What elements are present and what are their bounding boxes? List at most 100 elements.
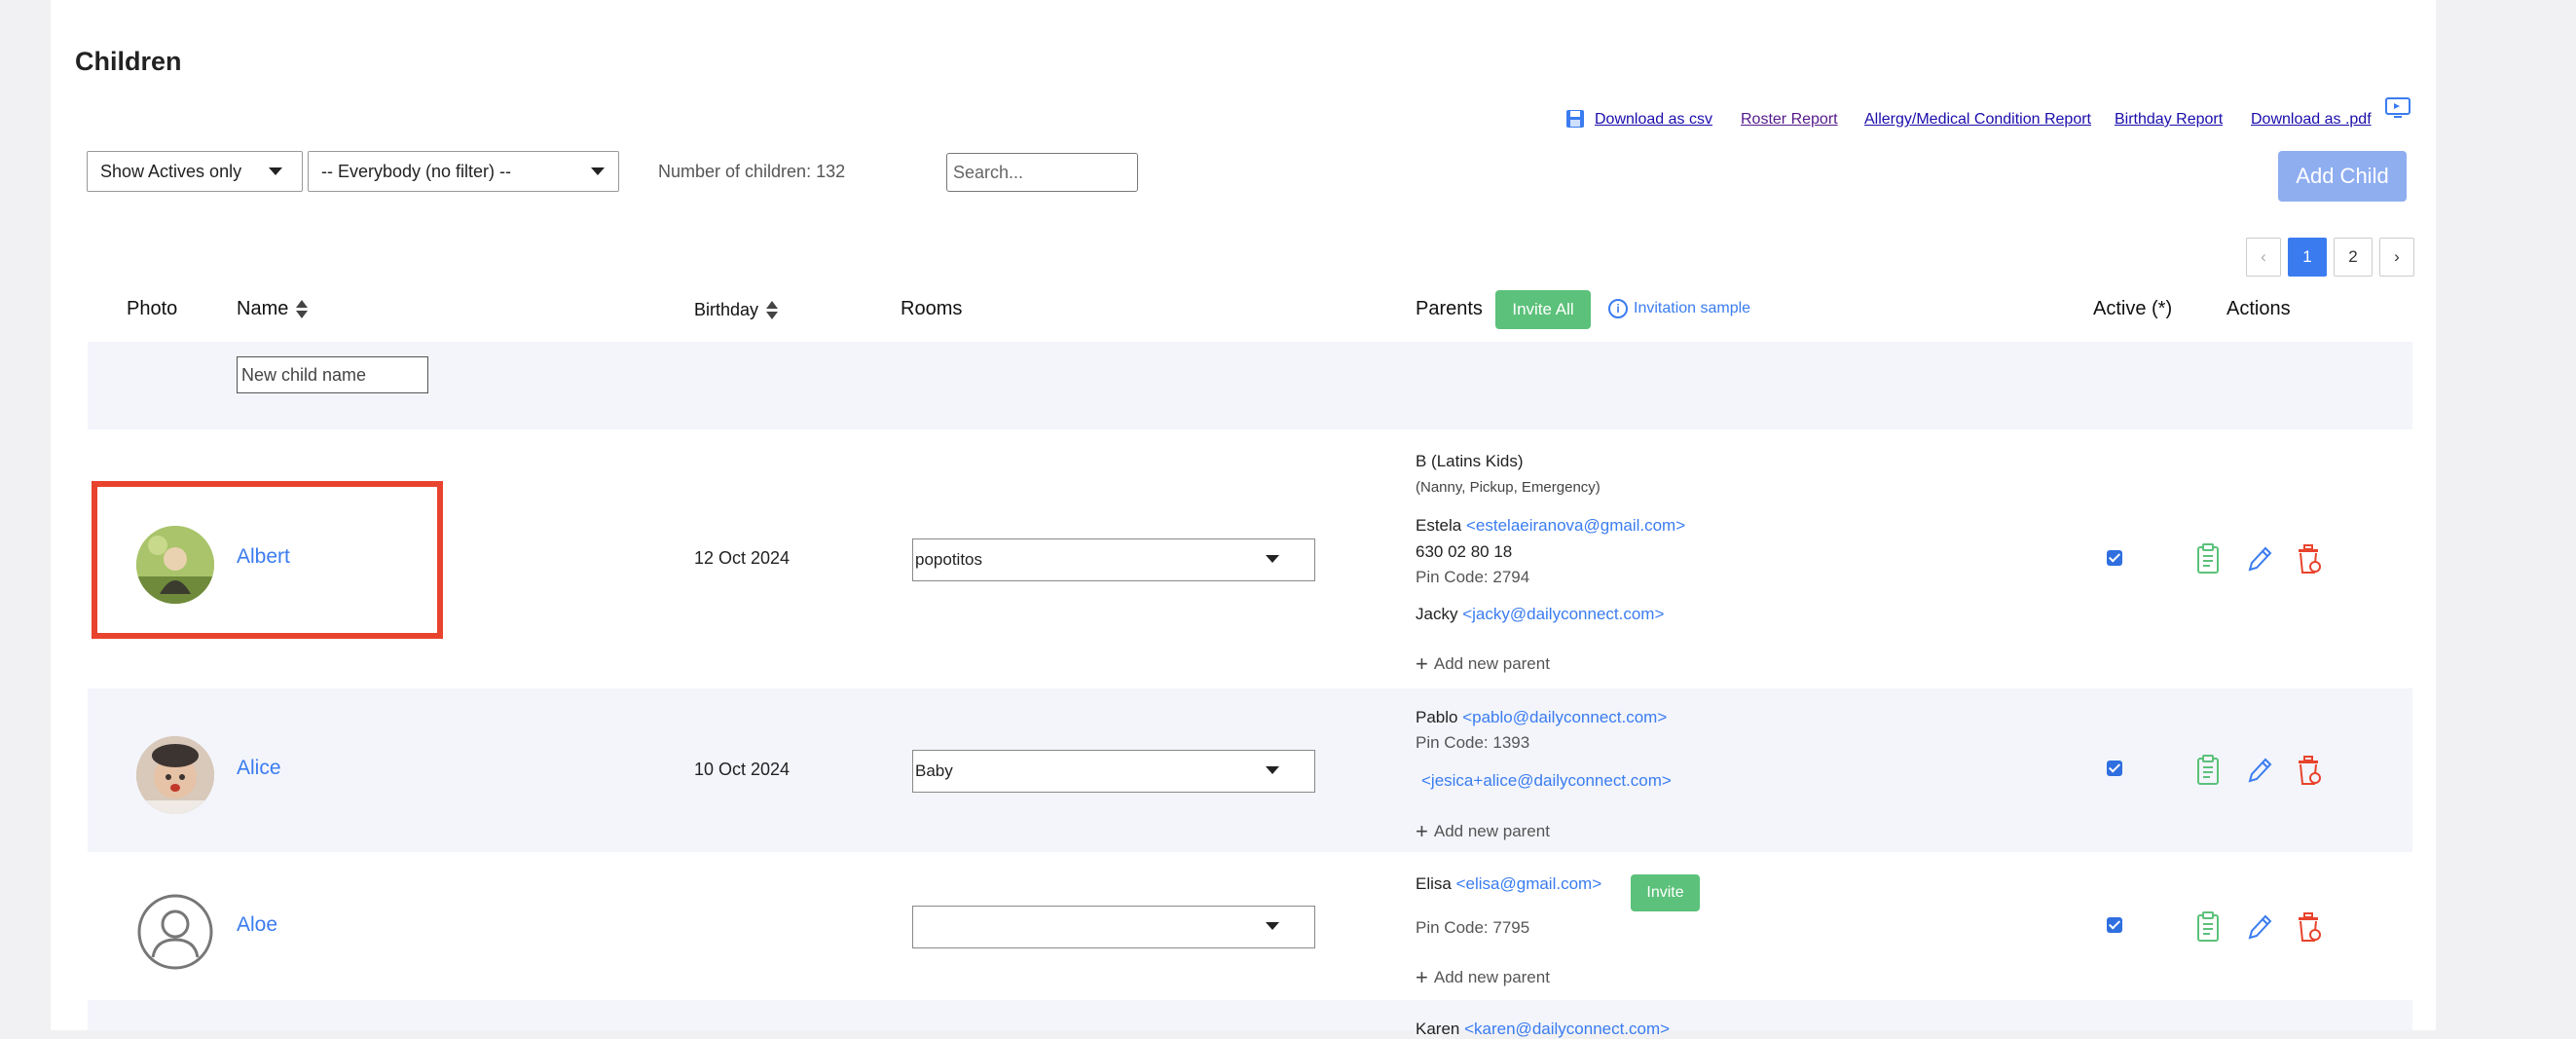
chevron-down-icon [1266,555,1279,563]
column-name[interactable]: Name [237,298,309,320]
clipboard-icon[interactable] [2194,911,2222,943]
pencil-icon[interactable] [2245,755,2272,786]
invitation-sample-link[interactable]: i Invitation sample [1608,299,1750,318]
column-birthday-label: Birthday [694,300,759,319]
download-csv-link[interactable]: Download as csv [1595,111,1712,129]
new-child-name-input[interactable] [237,356,428,393]
parent-name: Karen [1416,1020,1460,1038]
active-filter-value: Show Actives only [100,162,242,181]
parent-pin-code: Pin Code: 2794 [1416,568,1530,586]
column-photo: Photo [127,298,178,319]
new-child-row [88,342,2412,429]
download-pdf-link[interactable]: Download as .pdf [2251,111,2372,129]
plus-icon: + [1416,651,1428,676]
parent-entry: <jesica+alice@dailyconnect.com> [1421,771,1672,791]
main-panel: Children Download as csv Roster Report A… [51,0,2436,1038]
room-select-value: Baby [915,761,953,780]
info-icon: i [1608,299,1628,318]
parent-entry: Estela <estelaeiranova@gmail.com> [1416,516,1685,536]
pagination-next[interactable]: › [2379,238,2414,277]
parent-entry: Karen <karen@dailyconnect.com> [1416,1020,1670,1039]
group-filter-value: -- Everybody (no filter) -- [321,162,512,181]
parent-phone: 630 02 80 18 [1416,542,1513,561]
parent-name: Pablo [1416,708,1458,726]
column-active: Active (*) [2093,298,2173,319]
clipboard-icon[interactable] [2194,755,2222,786]
sort-icon[interactable] [296,299,309,319]
parent-entry: Jacky <jacky@dailyconnect.com> [1416,605,1664,624]
column-parents: Parents [1416,298,1483,319]
report-links: Download as csv Roster Report Allergy/Me… [51,97,2436,138]
page-title: Children [75,47,182,76]
highlight-box [92,481,443,639]
active-checkbox[interactable] [2107,761,2122,776]
roster-report-link[interactable]: Roster Report [1741,111,1838,129]
add-new-parent-label: Add new parent [1433,654,1550,673]
parent-email-link[interactable]: <estelaeiranova@gmail.com> [1466,516,1685,535]
active-checkbox[interactable] [2107,917,2122,933]
pencil-icon[interactable] [2245,543,2272,575]
children-count: Number of children: 132 [658,162,846,181]
chevron-down-icon [269,167,282,175]
trash-icon[interactable] [2296,911,2323,943]
trash-icon[interactable] [2296,543,2323,575]
chevron-down-icon [1266,766,1279,774]
allergy-report-link[interactable]: Allergy/Medical Condition Report [1864,111,2091,129]
birthday-report-link[interactable]: Birthday Report [2115,111,2223,129]
child-birthday: 12 Oct 2024 [694,548,791,568]
parent-entry: Elisa <elisa@gmail.com> [1416,874,1601,894]
parent-name: Estela [1416,516,1462,535]
avatar[interactable] [136,736,214,814]
parent-email-link[interactable]: <karen@dailyconnect.com> [1464,1020,1670,1038]
column-actions: Actions [2226,298,2291,319]
add-new-parent-link[interactable]: + Add new parent [1416,819,1550,844]
room-select[interactable]: Baby [912,750,1315,793]
add-new-parent-label: Add new parent [1433,822,1550,840]
parent-pin-code: Pin Code: 7795 [1416,918,1530,937]
avatar[interactable] [136,893,214,971]
parent-name: Elisa [1416,874,1452,893]
active-filter-select[interactable]: Show Actives only [87,151,303,192]
child-name-link[interactable]: Aloe [237,913,277,937]
parent-email-link[interactable]: <jacky@dailyconnect.com> [1462,605,1664,623]
child-birthday: 10 Oct 2024 [694,760,791,779]
parent-entry: Pablo <pablo@dailyconnect.com> [1416,708,1667,727]
column-birthday[interactable]: Birthday [694,300,779,320]
child-name-link[interactable]: Alice [237,757,281,780]
add-new-parent-label: Add new parent [1433,968,1550,986]
pagination-prev[interactable]: ‹ [2246,238,2281,277]
plus-icon: + [1416,819,1428,843]
parent-name: Jacky [1416,605,1458,623]
add-new-parent-link[interactable]: + Add new parent [1416,651,1550,677]
trash-icon[interactable] [2296,755,2323,786]
column-name-label: Name [237,298,289,319]
table-row [88,1000,2412,1030]
pencil-icon[interactable] [2245,911,2272,943]
add-new-parent-link[interactable]: + Add new parent [1416,965,1550,990]
parent-pin-code: Pin Code: 1393 [1416,733,1530,752]
parent-group-roles: (Nanny, Pickup, Emergency) [1416,479,1601,496]
monitor-icon[interactable] [2385,97,2410,121]
chevron-down-icon [591,167,605,175]
search-input[interactable] [946,153,1138,192]
chevron-down-icon [1266,922,1279,930]
room-select[interactable]: popotitos [912,538,1315,581]
invitation-sample-label: Invitation sample [1634,300,1751,317]
plus-icon: + [1416,965,1428,989]
parent-email-link[interactable]: <jesica+alice@dailyconnect.com> [1421,771,1672,790]
floppy-disk-icon[interactable] [1565,109,1585,129]
group-filter-select[interactable]: -- Everybody (no filter) -- [308,151,619,192]
pagination-page-1[interactable]: 1 [2288,238,2327,277]
clipboard-icon[interactable] [2194,543,2222,575]
parent-email-link[interactable]: <elisa@gmail.com> [1456,874,1602,893]
room-select[interactable] [912,906,1315,948]
invite-all-button[interactable]: Invite All [1495,290,1591,329]
add-child-button[interactable]: Add Child [2278,151,2407,202]
parent-group-name: B (Latins Kids) [1416,452,1524,470]
pagination-page-2[interactable]: 2 [2334,238,2373,277]
invite-button[interactable]: Invite [1631,874,1700,911]
column-rooms: Rooms [901,298,963,319]
active-checkbox[interactable] [2107,550,2122,566]
sort-icon[interactable] [766,301,779,320]
parent-email-link[interactable]: <pablo@dailyconnect.com> [1462,708,1667,726]
